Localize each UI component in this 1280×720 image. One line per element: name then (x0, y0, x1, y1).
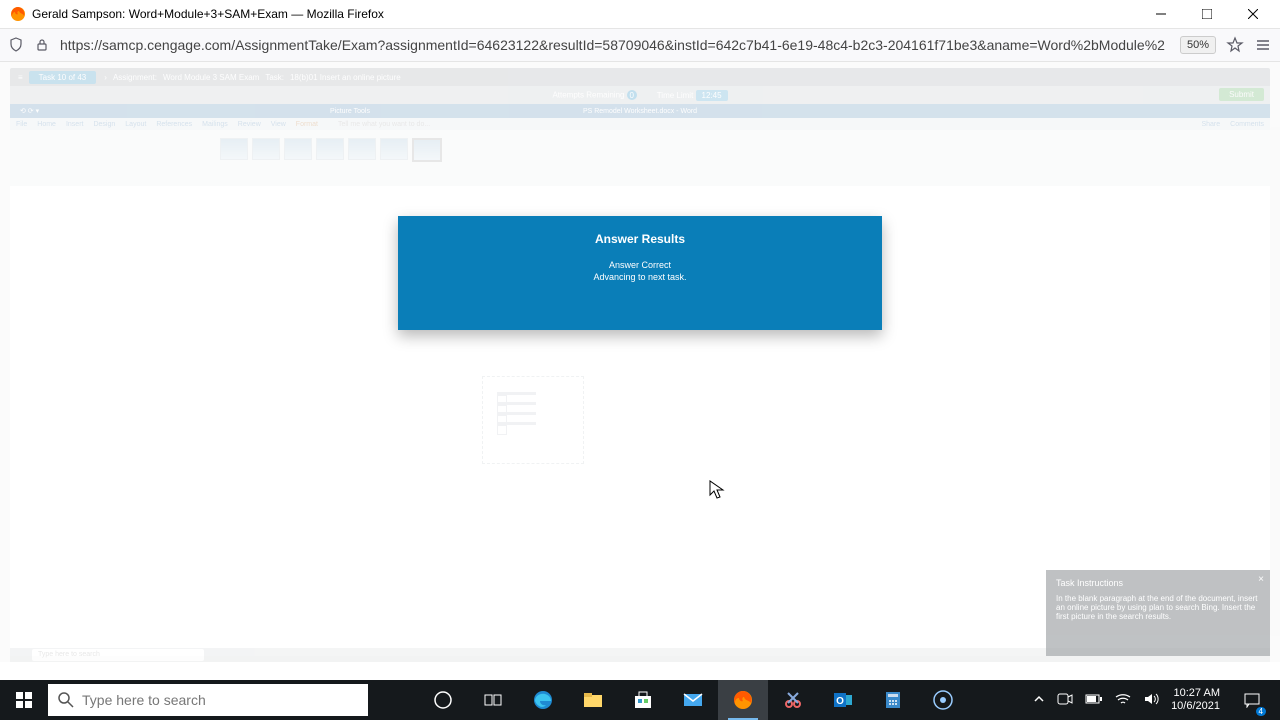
assignment-name: Word Module 3 SAM Exam (163, 73, 259, 82)
taskbar-clock[interactable]: 10:27 AM 10/6/2021 (1171, 687, 1220, 713)
tab-view[interactable]: View (271, 121, 286, 128)
taskbar-search-placeholder: Type here to search (82, 692, 206, 708)
taskview-icon[interactable] (468, 680, 518, 720)
tab-file[interactable]: File (16, 121, 27, 128)
sam-statusbar: Attempts Remaining 0 Time Limit 12:45 Su… (10, 86, 1270, 104)
outlook-icon[interactable]: O (818, 680, 868, 720)
word-ribbon-tabs: File Home Insert Design Layout Reference… (10, 118, 1270, 130)
taskbar-time: 10:27 AM (1171, 687, 1220, 700)
wifi-icon[interactable] (1115, 692, 1131, 709)
word-context-tab: Picture Tools (330, 108, 370, 115)
tab-review[interactable]: Review (238, 121, 261, 128)
inserted-picture[interactable] (482, 376, 584, 464)
word-ribbon-content (10, 130, 1270, 186)
svg-text:O: O (836, 696, 844, 707)
task-counter[interactable]: Task 10 of 43 (29, 71, 97, 84)
start-button[interactable] (0, 680, 48, 720)
answer-results-dialog: Answer Results Answer Correct Advancing … (398, 216, 882, 330)
bookmark-icon[interactable] (1226, 36, 1244, 54)
snip-icon[interactable] (768, 680, 818, 720)
address-bar: https://samcp.cengage.com/AssignmentTake… (0, 29, 1280, 62)
taskbar-date: 10/6/2021 (1171, 700, 1220, 713)
firefox-icon (10, 6, 26, 22)
tab-home[interactable]: Home (37, 121, 56, 128)
picture-styles-gallery[interactable] (220, 138, 442, 162)
instructions-body: In the blank paragraph at the end of the… (1056, 594, 1260, 621)
close-button[interactable] (1230, 0, 1276, 28)
tray-chevron-icon[interactable] (1033, 693, 1045, 708)
tell-me[interactable]: Tell me what you want to do... (338, 121, 430, 128)
record-icon[interactable] (918, 680, 968, 720)
word-titlebar: ⟲ ⟳ ▾ PS Remodel Worksheet.docx - Word P… (10, 104, 1270, 118)
share-button[interactable]: Share (1201, 121, 1220, 128)
assignment-label: Assignment: (113, 73, 157, 82)
attempts-label: Attempts Remaining (552, 91, 624, 100)
taskbar-apps: O (418, 680, 968, 720)
sim-search[interactable]: Type here to search (32, 649, 204, 661)
mail-icon[interactable] (668, 680, 718, 720)
mouse-cursor (709, 480, 725, 500)
system-tray: 10:27 AM 10/6/2021 4 (1033, 680, 1280, 720)
modal-line2: Advancing to next task. (398, 272, 882, 282)
menu-icon[interactable] (1254, 36, 1272, 54)
url-field[interactable]: https://samcp.cengage.com/AssignmentTake… (60, 37, 1170, 53)
edge-icon[interactable] (518, 680, 568, 720)
battery-icon[interactable] (1085, 693, 1103, 708)
window-titlebar: Gerald Sampson: Word+Module+3+SAM+Exam —… (0, 0, 1280, 29)
comments-button[interactable]: Comments (1230, 121, 1264, 128)
tab-layout[interactable]: Layout (125, 121, 146, 128)
windows-taskbar: Type here to search O 10:27 AM 10/6/2021… (0, 680, 1280, 720)
task-label: Task: (265, 73, 284, 82)
file-explorer-icon[interactable] (568, 680, 618, 720)
volume-icon[interactable] (1143, 692, 1159, 709)
timelimit-value: 12:45 (696, 90, 728, 101)
task-name: 18(b)01 Insert an online picture (290, 73, 401, 82)
tab-format[interactable]: Format (296, 121, 318, 128)
meet-now-icon[interactable] (1057, 692, 1073, 709)
task-instructions-panel[interactable]: × Task Instructions In the blank paragra… (1046, 570, 1270, 656)
tab-insert[interactable]: Insert (66, 121, 84, 128)
sam-taskbar: ≡ Task 10 of 43 › Assignment: Word Modul… (10, 68, 1270, 86)
modal-title: Answer Results (398, 232, 882, 246)
exam-viewport: ≡ Task 10 of 43 › Assignment: Word Modul… (0, 62, 1280, 662)
firefox-taskbar-icon[interactable] (718, 680, 768, 720)
close-icon[interactable]: × (1258, 574, 1264, 585)
timelimit-label: Time Limit (657, 91, 694, 100)
taskbar-search[interactable]: Type here to search (48, 684, 368, 716)
submit-button[interactable]: Submit (1219, 88, 1264, 101)
zoom-indicator[interactable]: 50% (1180, 36, 1216, 54)
window-title: Gerald Sampson: Word+Module+3+SAM+Exam —… (32, 7, 384, 21)
notif-count: 4 (1256, 707, 1266, 716)
modal-line1: Answer Correct (398, 260, 882, 270)
calculator-icon[interactable] (868, 680, 918, 720)
store-icon[interactable] (618, 680, 668, 720)
word-doc-title: PS Remodel Worksheet.docx - Word (583, 108, 697, 115)
cortana-icon[interactable] (418, 680, 468, 720)
action-center-icon[interactable]: 4 (1232, 680, 1272, 720)
attempts-value: 0 (627, 90, 637, 100)
instructions-title: Task Instructions (1056, 578, 1260, 588)
maximize-button[interactable] (1184, 0, 1230, 28)
tab-mailings[interactable]: Mailings (202, 121, 228, 128)
tab-design[interactable]: Design (93, 121, 115, 128)
lock-icon[interactable] (34, 37, 50, 53)
minimize-button[interactable] (1138, 0, 1184, 28)
shield-icon[interactable] (8, 37, 24, 53)
tab-references[interactable]: References (156, 121, 192, 128)
